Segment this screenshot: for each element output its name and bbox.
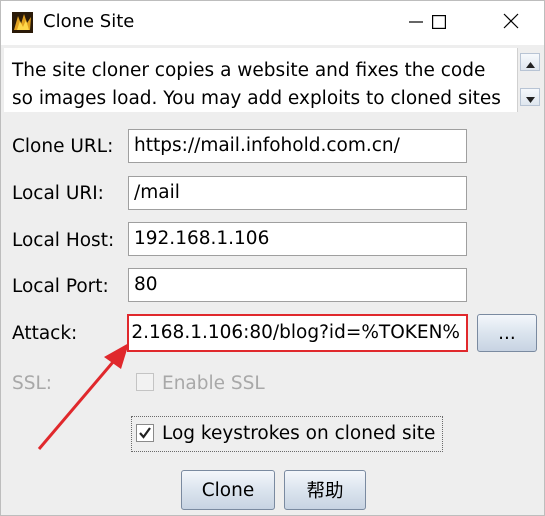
arrow-down-icon xyxy=(525,88,535,107)
description-text: The site cloner copies a website and fix… xyxy=(12,60,501,109)
enable-ssl-label: Enable SSL xyxy=(162,373,265,394)
help-button[interactable]: 帮助 xyxy=(284,470,366,510)
title-bar: Clone Site xyxy=(1,1,544,45)
local-uri-label: Local URI: xyxy=(12,183,104,204)
arrow-up-icon xyxy=(525,53,535,72)
log-keystrokes-label: Log keystrokes on cloned site xyxy=(162,423,436,444)
maximize-icon xyxy=(432,14,447,33)
close-icon xyxy=(503,13,519,33)
local-host-label: Local Host: xyxy=(12,230,115,251)
clone-url-input[interactable]: https://mail.infohold.com.cn/ xyxy=(128,129,467,163)
local-uri-input[interactable]: /mail xyxy=(128,176,467,210)
scroll-up-button[interactable] xyxy=(520,53,540,71)
attack-browse-button[interactable]: ... xyxy=(477,314,537,352)
attack-input[interactable]: 2.168.1.106:80/blog?id=%TOKEN% xyxy=(127,314,468,352)
cobalt-strike-app-icon xyxy=(12,12,33,33)
scroll-down-button[interactable] xyxy=(520,88,540,106)
window-title: Clone Site xyxy=(43,11,135,32)
clone-site-dialog: Clone Site The site cloner copies a webs… xyxy=(0,0,545,516)
clone-url-label: Clone URL: xyxy=(12,136,114,157)
description-scrollbar[interactable] xyxy=(517,48,543,112)
description-panel: The site cloner copies a website and fix… xyxy=(4,48,517,112)
attack-input-value: 2.168.1.106:80/blog?id=%TOKEN% xyxy=(131,322,460,343)
red-arrow-annotation xyxy=(37,343,129,450)
clone-button[interactable]: Clone xyxy=(181,470,275,510)
local-host-input[interactable]: 192.168.1.106 xyxy=(128,222,467,256)
maximize-button[interactable] xyxy=(415,1,463,45)
local-port-label: Local Port: xyxy=(12,276,109,297)
local-port-input[interactable]: 80 xyxy=(128,268,467,302)
close-button[interactable] xyxy=(487,1,535,45)
